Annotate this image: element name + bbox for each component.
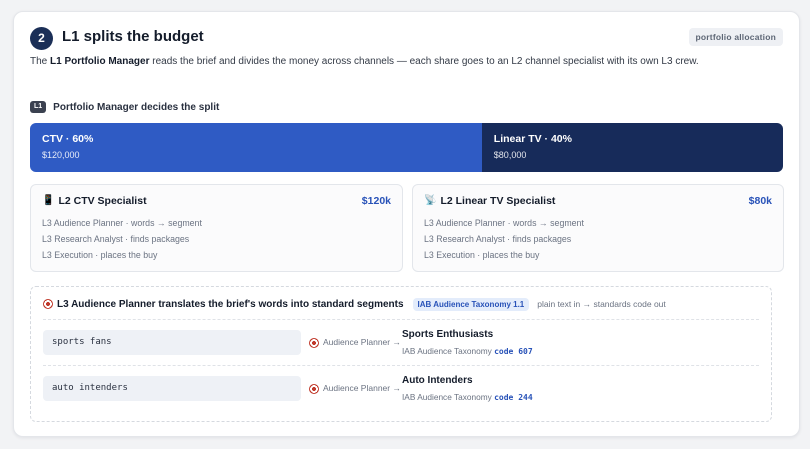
- segment-ctv[interactable]: CTV · 60% $120,000: [30, 123, 482, 172]
- linear-tv-specialist-card[interactable]: 📡 L2 Linear TV Specialist $80k L3 Audien…: [412, 184, 784, 272]
- ctv-specialist-name: 📱 L2 CTV Specialist: [42, 195, 147, 207]
- taxonomy-label: IAB Audience Taxonomy: [402, 392, 492, 402]
- crew-execution: L3 Execution · places the buy: [424, 250, 540, 260]
- dart-target-icon: [309, 337, 319, 348]
- audience-planner-title-text: L3 Audience Planner translates the brief…: [57, 298, 404, 310]
- segment-result: Sports Enthusiasts IAB Audience Taxonomy…: [402, 329, 533, 356]
- list-item: auto intenders Audience Planner → Auto I…: [43, 365, 759, 411]
- portfolio-allocation-tag: portfolio allocation: [688, 28, 783, 46]
- linear-tv-specialist-name: 📡 L2 Linear TV Specialist: [424, 195, 555, 207]
- audience-planner-arrow: Audience Planner →: [301, 383, 402, 394]
- ctv-specialist-card[interactable]: 📱 L2 CTV Specialist $120k L3 Audience Pl…: [30, 184, 403, 272]
- segment-taxonomy: IAB Audience Taxonomy code 244: [402, 392, 533, 402]
- ctv-specialist-budget: $120k: [361, 195, 391, 207]
- segment-name: Auto Intenders: [402, 375, 473, 386]
- audience-planner-title: L3 Audience Planner translates the brief…: [43, 299, 404, 310]
- audience-planner-arrow: Audience Planner →: [301, 337, 402, 348]
- audience-note: plain text in → standards code out: [537, 299, 666, 309]
- description-prefix: The: [30, 56, 51, 67]
- crew-audience-planner: L3 Audience Planner · words → segment: [42, 218, 202, 228]
- section-title: L1 splits the budget: [62, 28, 204, 45]
- taxonomy-label: IAB Audience Taxonomy: [402, 346, 492, 356]
- description-rest: reads the brief and divides the money ac…: [149, 56, 699, 67]
- satellite-antenna-icon: 📡: [424, 195, 437, 206]
- agent-label: Audience Planner →: [323, 383, 401, 394]
- description-bold-role: L1 Portfolio Manager: [50, 56, 150, 67]
- input-term: sports fans: [43, 330, 301, 355]
- step-number-badge: 2: [30, 27, 53, 50]
- dart-target-icon: [43, 299, 53, 309]
- budget-split-bar: CTV · 60% $120,000 Linear TV · 40% $80,0…: [30, 123, 783, 172]
- agent-label: Audience Planner →: [323, 337, 401, 348]
- mobile-phone-icon: 📱: [42, 195, 55, 206]
- split-heading: L1 Portfolio Manager decides the split: [30, 101, 219, 113]
- dart-target-icon: [309, 383, 319, 394]
- segment-code: code 244: [494, 393, 533, 402]
- audience-planner-panel: L3 Audience Planner translates the brief…: [30, 286, 772, 422]
- level-badge: L1: [30, 101, 47, 113]
- segment-ctv-amount: $120,000: [42, 150, 80, 160]
- ctv-specialist-label: L2 CTV Specialist: [58, 195, 147, 207]
- linear-tv-specialist-label: L2 Linear TV Specialist: [440, 195, 556, 207]
- crew-research-analyst: L3 Research Analyst · finds packages: [42, 234, 190, 244]
- crew-research-analyst: L3 Research Analyst · finds packages: [424, 234, 572, 244]
- input-term: auto intenders: [43, 376, 301, 401]
- segment-linear-tv[interactable]: Linear TV · 40% $80,000: [481, 123, 783, 172]
- crew-execution: L3 Execution · places the buy: [42, 250, 158, 260]
- segment-linear-tv-label: Linear TV · 40%: [493, 133, 572, 145]
- segment-linear-tv-amount: $80,000: [493, 150, 527, 160]
- crew-audience-planner: L3 Audience Planner · words → segment: [424, 218, 584, 228]
- section-description: The L1 Portfolio Manager reads the brief…: [30, 54, 720, 70]
- segment-taxonomy: IAB Audience Taxonomy code 607: [402, 346, 533, 356]
- segment-ctv-label: CTV · 60%: [42, 133, 94, 145]
- segment-code: code 607: [494, 347, 533, 356]
- linear-tv-specialist-budget: $80k: [748, 195, 772, 207]
- split-heading-label: Portfolio Manager decides the split: [53, 101, 220, 113]
- segment-name: Sports Enthusiasts: [402, 329, 494, 340]
- taxonomy-pill: IAB Audience Taxonomy 1.1: [412, 297, 530, 311]
- budget-split-card: 2 L1 splits the budget portfolio allocat…: [13, 11, 800, 437]
- list-item: sports fans Audience Planner → Sports En…: [43, 319, 759, 365]
- segment-result: Auto Intenders IAB Audience Taxonomy cod…: [402, 375, 533, 402]
